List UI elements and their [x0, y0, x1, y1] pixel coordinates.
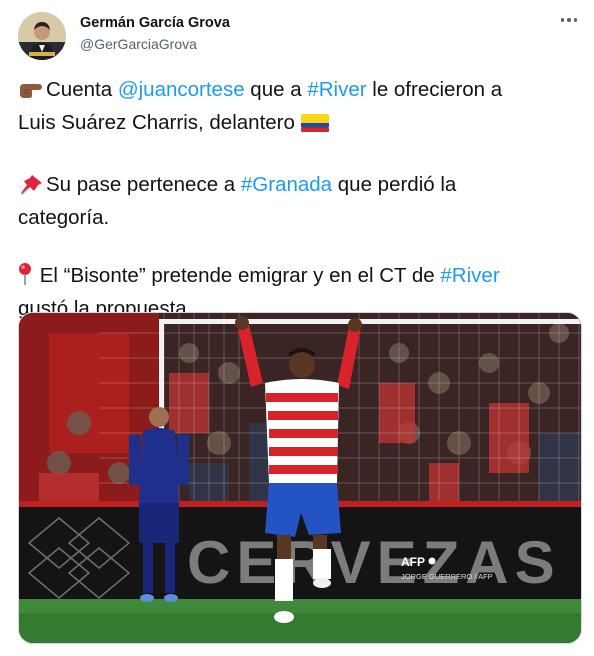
afp-logo: AFP: [401, 555, 425, 569]
more-icon[interactable]: [558, 12, 580, 28]
backhand-pointing-right-icon: [18, 79, 44, 108]
colombia-flag-icon: [300, 112, 329, 141]
tweet-line-1-pre: Cuenta: [46, 78, 118, 101]
author-avatar[interactable]: [18, 12, 66, 60]
tweet-text: Cuenta @juancortese que a #River le ofre…: [18, 75, 578, 352]
tweet-paragraph-2: Su pase pertenece a #Granada que perdió …: [18, 170, 578, 232]
mention-link[interactable]: @juancortese: [118, 78, 245, 101]
hashtag-granada-link[interactable]: #Granada: [241, 173, 332, 196]
tweet-photo[interactable]: CERVEZAS AL AFP JORGE GUERRERO / AFP: [18, 312, 582, 644]
tweet-line-1-mid: que a: [244, 78, 308, 101]
tweet-line-1-post: le ofrecieron a: [366, 78, 503, 101]
tweet-line-4: categoría.: [18, 206, 110, 229]
tweet-line-3-pre: Su pase pertenece a: [46, 173, 241, 196]
author-name[interactable]: Germán García Grova: [80, 15, 230, 31]
tweet-line-5-pre: El “Bisonte” pretende emigrar y en el CT…: [34, 264, 441, 287]
tweet-line-3-post: que perdió la: [332, 173, 457, 196]
author-handle[interactable]: @GerGarciaGrova: [80, 36, 197, 52]
tweet-paragraph-1: Cuenta @juancortese que a #River le ofre…: [18, 75, 578, 141]
hashtag-river-link[interactable]: #River: [307, 78, 366, 101]
tweet-card: Germán García Grova @GerGarciaGrova Cuen…: [0, 0, 594, 656]
ad-board-text: CERVEZAS AL: [187, 529, 582, 596]
tweet-line-2: Luis Suárez Charris, delantero: [18, 111, 301, 134]
pushpin-icon: [18, 173, 44, 203]
photo-credit: JORGE GUERRERO / AFP: [401, 572, 493, 581]
round-pushpin-icon: [18, 262, 32, 294]
hashtag-river-link-2[interactable]: #River: [440, 264, 499, 287]
